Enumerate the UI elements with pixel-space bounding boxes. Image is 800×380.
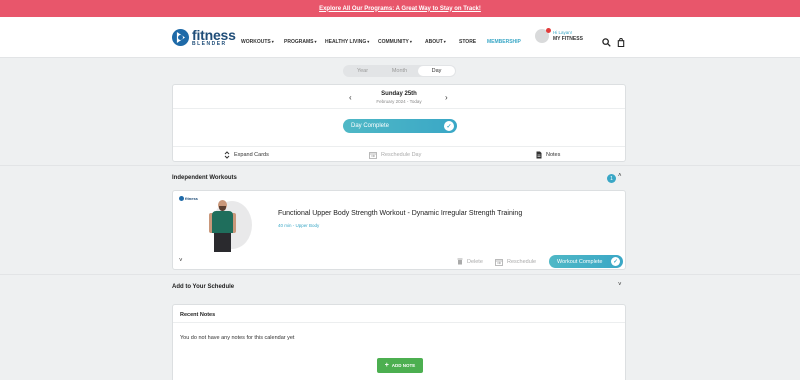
nav-community[interactable]: COMMUNITY▾ (378, 39, 412, 45)
delete-label: Delete (467, 258, 483, 265)
my-fitness-label: MY FITNESS (553, 35, 583, 42)
site-header: fitness BLENDER WORKOUTS▾ PROGRAMS▾ HEAL… (0, 17, 800, 58)
nav-programs[interactable]: PROGRAMS▾ (284, 39, 316, 45)
chevron-down-icon: ▾ (367, 39, 370, 44)
chevron-down-icon[interactable]: ˅ (179, 258, 183, 264)
reschedule-label: Reschedule (507, 259, 537, 265)
day-card: ‹ Sunday 25th February 2024 - Today › Da… (172, 84, 626, 162)
account-menu[interactable]: Hi Layan! MY FITNESS (535, 28, 583, 43)
thumbnail-logo-text: fitness (185, 196, 198, 201)
avatar (535, 28, 551, 43)
plus-icon: + (384, 362, 389, 369)
day-actions: Expand Cards Reschedule Day Notes (173, 147, 625, 162)
workout-complete-button[interactable]: Workout Complete ✓ (549, 255, 623, 268)
toggle-month[interactable]: Month (381, 66, 418, 76)
promo-link[interactable]: Explore All Our Programs: A Great Way to… (319, 6, 481, 12)
nav-healthy-living[interactable]: HEALTHY LIVING▾ (325, 39, 369, 45)
section-title: Independent Workouts (172, 175, 237, 181)
view-toggle: Year Month Day (343, 65, 456, 77)
workout-count-badge: 1 (607, 174, 616, 183)
nav-store[interactable]: STORE (459, 39, 476, 45)
calendar-move-icon (495, 259, 503, 266)
workout-meta: 40 min - Upper Body (278, 223, 320, 228)
expand-cards-label: Expand Cards (234, 152, 269, 158)
delete-button[interactable]: Delete (457, 258, 483, 265)
recent-notes-title: Recent Notes (180, 312, 216, 318)
chevron-up-icon[interactable]: ˄ (618, 173, 622, 179)
check-icon: ✓ (611, 257, 620, 266)
calendar-move-icon (369, 152, 377, 159)
trainer-image (208, 200, 238, 252)
independent-workouts-header[interactable]: Independent Workouts 1 ˄ (0, 165, 800, 191)
workout-thumbnail[interactable]: fitness (178, 195, 252, 252)
chevron-down-icon[interactable]: ˅ (618, 282, 622, 288)
chevron-down-icon: ▾ (443, 39, 446, 44)
divider (173, 322, 625, 323)
promo-banner: Explore All Our Programs: A Great Way to… (0, 0, 800, 17)
logo-mark-icon (179, 196, 184, 201)
expand-icon (224, 151, 230, 159)
main-nav: WORKOUTS▾ PROGRAMS▾ HEALTHY LIVING▾ COMM… (0, 39, 800, 49)
chevron-down-icon: ▾ (409, 39, 412, 44)
notes-empty-message: You do not have any notes for this calen… (180, 335, 295, 341)
notes-button[interactable]: Notes (536, 151, 560, 159)
reschedule-day-button[interactable]: Reschedule Day (369, 151, 421, 159)
section-title: Add to Your Schedule (172, 284, 235, 290)
notification-dot (546, 28, 551, 33)
day-subtitle: February 2024 - Today (376, 99, 422, 104)
nav-workouts[interactable]: WORKOUTS▾ (241, 39, 274, 45)
toggle-year[interactable]: Year (344, 66, 381, 76)
check-icon: ✓ (444, 121, 454, 131)
add-note-button[interactable]: + ADD NOTE (377, 358, 423, 373)
note-icon (536, 151, 542, 159)
nav-about[interactable]: ABOUT▾ (425, 39, 446, 45)
day-complete-button[interactable]: Day Complete ✓ (343, 119, 457, 133)
chevron-down-icon: ▾ (314, 39, 317, 44)
toggle-day[interactable]: Day (418, 66, 455, 76)
chevron-right-icon[interactable]: › (445, 93, 448, 102)
expand-cards-button[interactable]: Expand Cards (224, 151, 269, 159)
chevron-down-icon: ▾ (271, 39, 274, 44)
add-note-label: ADD NOTE (391, 363, 416, 368)
reschedule-day-label: Reschedule Day (381, 152, 422, 158)
workout-complete-label: Workout Complete (557, 258, 603, 265)
notes-label: Notes (546, 152, 561, 158)
nav-membership[interactable]: MEMBERSHIP (487, 39, 521, 45)
recent-notes-card: Recent Notes You do not have any notes f… (172, 304, 626, 380)
cart-icon[interactable] (616, 37, 626, 47)
thumbnail-logo: fitness (179, 196, 198, 201)
workout-card: fitness Functional Upper Body Strength W… (172, 190, 626, 270)
trash-icon (457, 258, 463, 265)
divider (173, 108, 625, 109)
day-navigator: ‹ Sunday 25th February 2024 - Today › (173, 88, 625, 108)
day-title: Sunday 25th (381, 91, 417, 97)
search-icon[interactable] (601, 37, 611, 47)
add-schedule-header[interactable]: Add to Your Schedule ˅ (0, 274, 800, 300)
reschedule-button[interactable]: Reschedule (495, 258, 536, 266)
workout-title[interactable]: Functional Upper Body Strength Workout -… (278, 210, 522, 217)
day-complete-label: Day Complete (351, 123, 390, 129)
